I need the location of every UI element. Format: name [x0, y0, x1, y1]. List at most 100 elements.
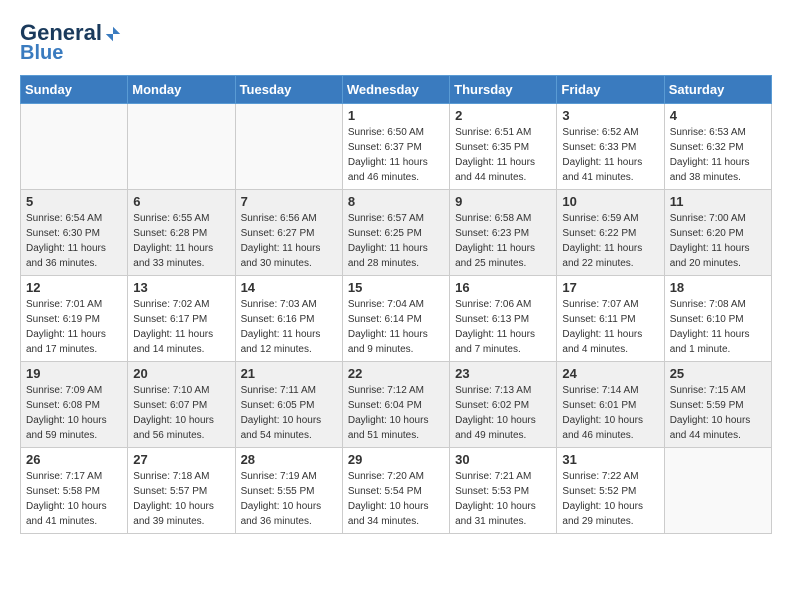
day-number: 29: [348, 452, 444, 467]
day-info: Sunrise: 6:50 AM Sunset: 6:37 PM Dayligh…: [348, 125, 444, 185]
day-number: 25: [670, 366, 766, 381]
day-info: Sunrise: 6:56 AM Sunset: 6:27 PM Dayligh…: [241, 211, 337, 271]
calendar-day-cell: 18Sunrise: 7:08 AM Sunset: 6:10 PM Dayli…: [664, 276, 771, 362]
day-number: 21: [241, 366, 337, 381]
day-info: Sunrise: 6:55 AM Sunset: 6:28 PM Dayligh…: [133, 211, 229, 271]
day-number: 10: [562, 194, 658, 209]
day-number: 7: [241, 194, 337, 209]
calendar-day-cell: 23Sunrise: 7:13 AM Sunset: 6:02 PM Dayli…: [450, 362, 557, 448]
calendar-week-row: 5 Sunrise: 6:54 AM Sunset: 6:30 PM Daylig…: [21, 190, 772, 276]
day-info: Sunrise: 7:19 AM Sunset: 5:55 PM Dayligh…: [241, 469, 337, 529]
day-of-week-header: Thursday: [450, 76, 557, 104]
day-info: Sunrise: 7:14 AM Sunset: 6:01 PM Dayligh…: [562, 383, 658, 443]
calendar-day-cell: 8 Sunrise: 6:57 AM Sunset: 6:25 PM Daylig…: [342, 190, 449, 276]
calendar-day-cell: [21, 104, 128, 190]
calendar-day-cell: 28 Sunrise: 7:19 AM Sunset: 5:55 PM Dayli…: [235, 448, 342, 534]
calendar-header-row: SundayMondayTuesdayWednesdayThursdayFrid…: [21, 76, 772, 104]
day-of-week-header: Saturday: [664, 76, 771, 104]
day-number: 19: [26, 366, 122, 381]
day-number: 24: [562, 366, 658, 381]
day-info: Sunrise: 6:53 AM Sunset: 6:32 PM Dayligh…: [670, 125, 766, 185]
calendar-day-cell: 17 Sunrise: 7:07 AM Sunset: 6:11 PM Dayli…: [557, 276, 664, 362]
day-number: 8: [348, 194, 444, 209]
day-number: 22: [348, 366, 444, 381]
calendar-day-cell: 7 Sunrise: 6:56 AM Sunset: 6:27 PM Daylig…: [235, 190, 342, 276]
logo-blue: Blue: [20, 42, 63, 65]
calendar-day-cell: 12 Sunrise: 7:01 AM Sunset: 6:19 PM Dayli…: [21, 276, 128, 362]
day-info: Sunrise: 7:12 AM Sunset: 6:04 PM Dayligh…: [348, 383, 444, 443]
day-info: Sunrise: 7:01 AM Sunset: 6:19 PM Dayligh…: [26, 297, 122, 357]
day-number: 23: [455, 366, 551, 381]
day-number: 1: [348, 108, 444, 123]
day-of-week-header: Tuesday: [235, 76, 342, 104]
page-header: General Blue: [20, 20, 772, 65]
day-number: 9: [455, 194, 551, 209]
day-info: Sunrise: 7:21 AM Sunset: 5:53 PM Dayligh…: [455, 469, 551, 529]
calendar-day-cell: 27 Sunrise: 7:18 AM Sunset: 5:57 PM Dayli…: [128, 448, 235, 534]
day-number: 17: [562, 280, 658, 295]
calendar-day-cell: 15 Sunrise: 7:04 AM Sunset: 6:14 PM Dayli…: [342, 276, 449, 362]
day-number: 6: [133, 194, 229, 209]
calendar-day-cell: 25 Sunrise: 7:15 AM Sunset: 5:59 PM Dayli…: [664, 362, 771, 448]
calendar-day-cell: [235, 104, 342, 190]
day-info: Sunrise: 6:52 AM Sunset: 6:33 PM Dayligh…: [562, 125, 658, 185]
day-info: Sunrise: 7:11 AM Sunset: 6:05 PM Dayligh…: [241, 383, 337, 443]
calendar-day-cell: 14Sunrise: 7:03 AM Sunset: 6:16 PM Dayli…: [235, 276, 342, 362]
calendar-day-cell: 31 Sunrise: 7:22 AM Sunset: 5:52 PM Dayli…: [557, 448, 664, 534]
calendar-table: SundayMondayTuesdayWednesdayThursdayFrid…: [20, 75, 772, 534]
calendar-day-cell: 2 Sunrise: 6:51 AM Sunset: 6:35 PM Daylig…: [450, 104, 557, 190]
calendar-day-cell: 24 Sunrise: 7:14 AM Sunset: 6:01 PM Dayli…: [557, 362, 664, 448]
day-number: 28: [241, 452, 337, 467]
day-info: Sunrise: 7:07 AM Sunset: 6:11 PM Dayligh…: [562, 297, 658, 357]
calendar-day-cell: 29Sunrise: 7:20 AM Sunset: 5:54 PM Dayli…: [342, 448, 449, 534]
day-of-week-header: Sunday: [21, 76, 128, 104]
day-number: 16: [455, 280, 551, 295]
day-number: 27: [133, 452, 229, 467]
calendar-day-cell: 6 Sunrise: 6:55 AM Sunset: 6:28 PM Daylig…: [128, 190, 235, 276]
calendar-week-row: 26Sunrise: 7:17 AM Sunset: 5:58 PM Dayli…: [21, 448, 772, 534]
day-number: 20: [133, 366, 229, 381]
day-info: Sunrise: 6:59 AM Sunset: 6:22 PM Dayligh…: [562, 211, 658, 271]
logo: General Blue: [20, 20, 122, 65]
day-info: Sunrise: 7:08 AM Sunset: 6:10 PM Dayligh…: [670, 297, 766, 357]
day-info: Sunrise: 6:51 AM Sunset: 6:35 PM Dayligh…: [455, 125, 551, 185]
day-info: Sunrise: 7:09 AM Sunset: 6:08 PM Dayligh…: [26, 383, 122, 443]
day-info: Sunrise: 6:57 AM Sunset: 6:25 PM Dayligh…: [348, 211, 444, 271]
day-number: 15: [348, 280, 444, 295]
day-info: Sunrise: 7:02 AM Sunset: 6:17 PM Dayligh…: [133, 297, 229, 357]
calendar-day-cell: 3Sunrise: 6:52 AM Sunset: 6:33 PM Daylig…: [557, 104, 664, 190]
day-info: Sunrise: 7:03 AM Sunset: 6:16 PM Dayligh…: [241, 297, 337, 357]
day-info: Sunrise: 7:04 AM Sunset: 6:14 PM Dayligh…: [348, 297, 444, 357]
calendar-day-cell: 9 Sunrise: 6:58 AM Sunset: 6:23 PM Daylig…: [450, 190, 557, 276]
calendar-day-cell: 11 Sunrise: 7:00 AM Sunset: 6:20 PM Dayli…: [664, 190, 771, 276]
day-info: Sunrise: 7:22 AM Sunset: 5:52 PM Dayligh…: [562, 469, 658, 529]
day-info: Sunrise: 6:58 AM Sunset: 6:23 PM Dayligh…: [455, 211, 551, 271]
day-info: Sunrise: 7:17 AM Sunset: 5:58 PM Dayligh…: [26, 469, 122, 529]
day-number: 30: [455, 452, 551, 467]
calendar-day-cell: [128, 104, 235, 190]
day-number: 31: [562, 452, 658, 467]
day-info: Sunrise: 7:10 AM Sunset: 6:07 PM Dayligh…: [133, 383, 229, 443]
day-info: Sunrise: 7:15 AM Sunset: 5:59 PM Dayligh…: [670, 383, 766, 443]
day-info: Sunrise: 6:54 AM Sunset: 6:30 PM Dayligh…: [26, 211, 122, 271]
day-number: 11: [670, 194, 766, 209]
day-info: Sunrise: 7:18 AM Sunset: 5:57 PM Dayligh…: [133, 469, 229, 529]
calendar-day-cell: 4 Sunrise: 6:53 AM Sunset: 6:32 PM Daylig…: [664, 104, 771, 190]
day-number: 2: [455, 108, 551, 123]
day-number: 5: [26, 194, 122, 209]
calendar-day-cell: 1 Sunrise: 6:50 AM Sunset: 6:37 PM Daylig…: [342, 104, 449, 190]
day-number: 12: [26, 280, 122, 295]
calendar-week-row: 19 Sunrise: 7:09 AM Sunset: 6:08 PM Dayli…: [21, 362, 772, 448]
calendar-day-cell: 21 Sunrise: 7:11 AM Sunset: 6:05 PM Dayli…: [235, 362, 342, 448]
calendar-day-cell: 10 Sunrise: 6:59 AM Sunset: 6:22 PM Dayli…: [557, 190, 664, 276]
day-of-week-header: Monday: [128, 76, 235, 104]
day-number: 13: [133, 280, 229, 295]
calendar-day-cell: 16Sunrise: 7:06 AM Sunset: 6:13 PM Dayli…: [450, 276, 557, 362]
day-info: Sunrise: 7:00 AM Sunset: 6:20 PM Dayligh…: [670, 211, 766, 271]
calendar-week-row: 12 Sunrise: 7:01 AM Sunset: 6:19 PM Dayli…: [21, 276, 772, 362]
day-of-week-header: Wednesday: [342, 76, 449, 104]
day-number: 4: [670, 108, 766, 123]
calendar-day-cell: 26Sunrise: 7:17 AM Sunset: 5:58 PM Dayli…: [21, 448, 128, 534]
day-of-week-header: Friday: [557, 76, 664, 104]
calendar-day-cell: 20 Sunrise: 7:10 AM Sunset: 6:07 PM Dayli…: [128, 362, 235, 448]
